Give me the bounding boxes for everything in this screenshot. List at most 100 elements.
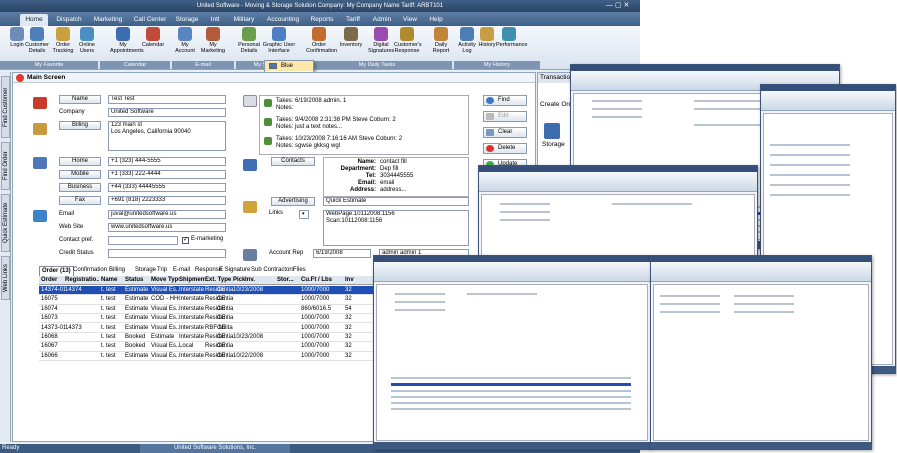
edit-button[interactable]: Edit xyxy=(483,111,527,122)
table-row[interactable]: 16066 t. test Estimate Visual Es... Intersta… xyxy=(39,352,375,362)
storage-label[interactable]: Storage xyxy=(542,141,565,148)
name-field[interactable]: Test Test xyxy=(108,95,226,104)
menu-call-center[interactable]: Call Center xyxy=(130,14,170,26)
ribbon-digital-signatures-button[interactable]: Digital Signatures xyxy=(368,27,394,54)
fax-field[interactable]: +691 (818) 2223333 xyxy=(108,196,226,205)
menu-intl[interactable]: Intl xyxy=(204,14,226,26)
tab-web-links[interactable]: Web Links xyxy=(1,256,10,300)
find-button[interactable]: Find xyxy=(483,95,527,106)
grid-column-header[interactable]: Pickup D... xyxy=(233,276,245,285)
tab-response[interactable]: Response xyxy=(195,266,222,275)
table-cell: Interstate xyxy=(179,305,205,312)
menu-dispatch[interactable]: Dispatch xyxy=(52,14,86,26)
theme-option-blue[interactable]: Blue xyxy=(265,61,313,71)
website-field[interactable]: www.unitedsoftware.us xyxy=(108,223,226,232)
menu-view[interactable]: View xyxy=(398,14,422,26)
grid-column-header[interactable]: Inv. xyxy=(245,276,277,285)
grid-column-header[interactable]: Inv xyxy=(345,276,363,285)
table-row[interactable]: 16068 t. test Booked Estimate Interstate Resi… xyxy=(39,333,375,343)
home-phone-button[interactable]: Home xyxy=(59,157,101,166)
delete-button[interactable]: Delete xyxy=(483,143,527,154)
home-phone-field[interactable]: +1 (323) 444-5555 xyxy=(108,157,226,166)
advertising-select[interactable]: Quick Estimate xyxy=(323,197,469,206)
menu-accounting[interactable]: Accounting xyxy=(262,14,304,26)
links-list[interactable]: WebPage:10112008:1156 Scan:10112008:1156 xyxy=(323,210,469,246)
emarketing-checkbox[interactable]: ✓ xyxy=(182,237,189,244)
table-cell: t. test xyxy=(101,287,116,293)
contacts-button[interactable]: Contacts xyxy=(271,157,315,166)
business-phone-button[interactable]: Business xyxy=(59,183,101,192)
table-row[interactable]: 16074 t. test Estimate Visual Es... Intersta… xyxy=(39,305,375,315)
mobile-phone-button[interactable]: Mobile xyxy=(59,170,101,179)
performance-label: Performance xyxy=(496,42,528,48)
tab-storage[interactable]: Storage xyxy=(135,266,156,275)
ribbon-my-account-button[interactable]: My Account xyxy=(172,27,198,54)
house-icon xyxy=(33,123,47,135)
ribbon-daily-report-button[interactable]: Daily Report xyxy=(428,27,454,54)
ribbon-inventory-button[interactable]: Inventory xyxy=(338,27,364,48)
grid-column-header[interactable]: Status xyxy=(125,276,151,285)
tab-find-order[interactable]: Find Order xyxy=(1,142,10,190)
name-button[interactable]: Name xyxy=(59,95,101,104)
grid-column-header[interactable]: Registratio... xyxy=(65,276,99,285)
grid-column-header[interactable]: Name xyxy=(101,276,125,285)
grid-column-header[interactable]: Cu.Ft / Lbs xyxy=(301,276,345,285)
advertising-button[interactable]: Advertising xyxy=(271,197,315,206)
tab-find-customer[interactable]: Find Customer xyxy=(1,76,10,138)
grid-column-header[interactable]: Order xyxy=(41,276,65,285)
ribbon-customer-s-response-button[interactable]: Customer's Response xyxy=(394,27,422,54)
links-dropdown[interactable]: ▾ xyxy=(299,210,309,219)
grid-column-header[interactable]: Ext. Type xyxy=(205,276,233,285)
ribbon-my-marketing-button[interactable]: My Marketing xyxy=(200,27,226,54)
tab-quick-estimate[interactable]: Quick Estimate xyxy=(1,194,10,252)
tab-sub-contractors[interactable]: Sub Contractors xyxy=(251,266,294,275)
credit-status-select[interactable] xyxy=(108,249,226,258)
billing-button[interactable]: Billing xyxy=(59,121,101,130)
table-row[interactable]: 16067 t. test Booked Visual Es... Local Resid… xyxy=(39,342,375,352)
table-row[interactable]: 14374-01 14374 t. test Estimate Visual Es...… xyxy=(39,286,375,296)
company-field[interactable]: United Software xyxy=(108,108,226,117)
email-field[interactable]: juval@unitedsoftware.us xyxy=(108,210,226,219)
tab-billing[interactable]: Billing xyxy=(109,266,125,275)
table-row[interactable]: 16075t. testEstimateCOD - HHGInterstateR… xyxy=(39,295,375,305)
grid-column-header[interactable]: Shipment... xyxy=(179,276,205,285)
ribbon-my-appointments-button[interactable]: My Appointments xyxy=(110,27,144,54)
menu-military[interactable]: Military xyxy=(228,14,260,26)
ribbon-order-tracking-button[interactable]: Order Tracking xyxy=(50,27,76,54)
grid-column-header[interactable]: Move Type xyxy=(151,276,179,285)
contact-address-value: address... xyxy=(380,187,407,193)
grid-column-header[interactable]: Stor... xyxy=(277,276,301,285)
menu-home[interactable]: Home xyxy=(20,14,48,26)
tab-e-signature[interactable]: E Signature xyxy=(219,266,250,275)
ribbon-graphic-user-interface-button[interactable]: Graphic User Interface xyxy=(262,27,296,54)
tab-e-mail[interactable]: E-mail xyxy=(173,266,190,275)
ribbon-personal-details-button[interactable]: Personal Details xyxy=(236,27,262,54)
menu-reports[interactable]: Reports xyxy=(306,14,338,26)
ribbon-calendar-button[interactable]: Calendar xyxy=(140,27,166,48)
account-rep-date[interactable]: 6/19/2008 xyxy=(313,249,371,258)
business-phone-field[interactable]: +44 (333) 44445555 xyxy=(108,183,226,192)
clear-button[interactable]: Clear xyxy=(483,127,527,138)
menu-tariff[interactable]: Tariff xyxy=(340,14,366,26)
tab-trip[interactable]: Trip xyxy=(157,266,167,275)
ribbon-online-users-button[interactable]: Online Users xyxy=(74,27,100,54)
billing-address-field[interactable]: 123 main st Los Angeles, California 9004… xyxy=(108,121,226,151)
tab-files[interactable]: Files xyxy=(293,266,306,275)
window-controls[interactable]: — ▢ ✕ xyxy=(606,1,629,9)
ribbon-order-confirmation-button[interactable]: Order Confirmation xyxy=(306,27,337,54)
table-row[interactable]: 14373-01 14373 t. test Estimate Visual Es...… xyxy=(39,324,375,333)
tab-confirmation[interactable]: Confirmation xyxy=(73,266,107,275)
table-cell: Interstate xyxy=(179,334,205,340)
ribbon-performance-button[interactable]: Performance xyxy=(496,27,528,48)
menu-admin[interactable]: Admin xyxy=(368,14,396,26)
table-row[interactable]: 16073 t. test Estimate Visual Es... Intersta… xyxy=(39,314,375,324)
menu-help[interactable]: Help xyxy=(424,14,448,26)
fax-button[interactable]: Fax xyxy=(59,196,101,205)
ribbon-customer-details-button[interactable]: Customer Details xyxy=(24,27,50,54)
menu-marketing[interactable]: Marketing xyxy=(88,14,128,26)
table-cell: COD - HHG xyxy=(151,296,179,303)
menu-storage[interactable]: Storage xyxy=(172,14,202,26)
contact-pref-select[interactable] xyxy=(108,236,178,245)
table-cell: 32 xyxy=(345,334,352,340)
mobile-phone-field[interactable]: +1 (333) 222-4444 xyxy=(108,170,226,179)
